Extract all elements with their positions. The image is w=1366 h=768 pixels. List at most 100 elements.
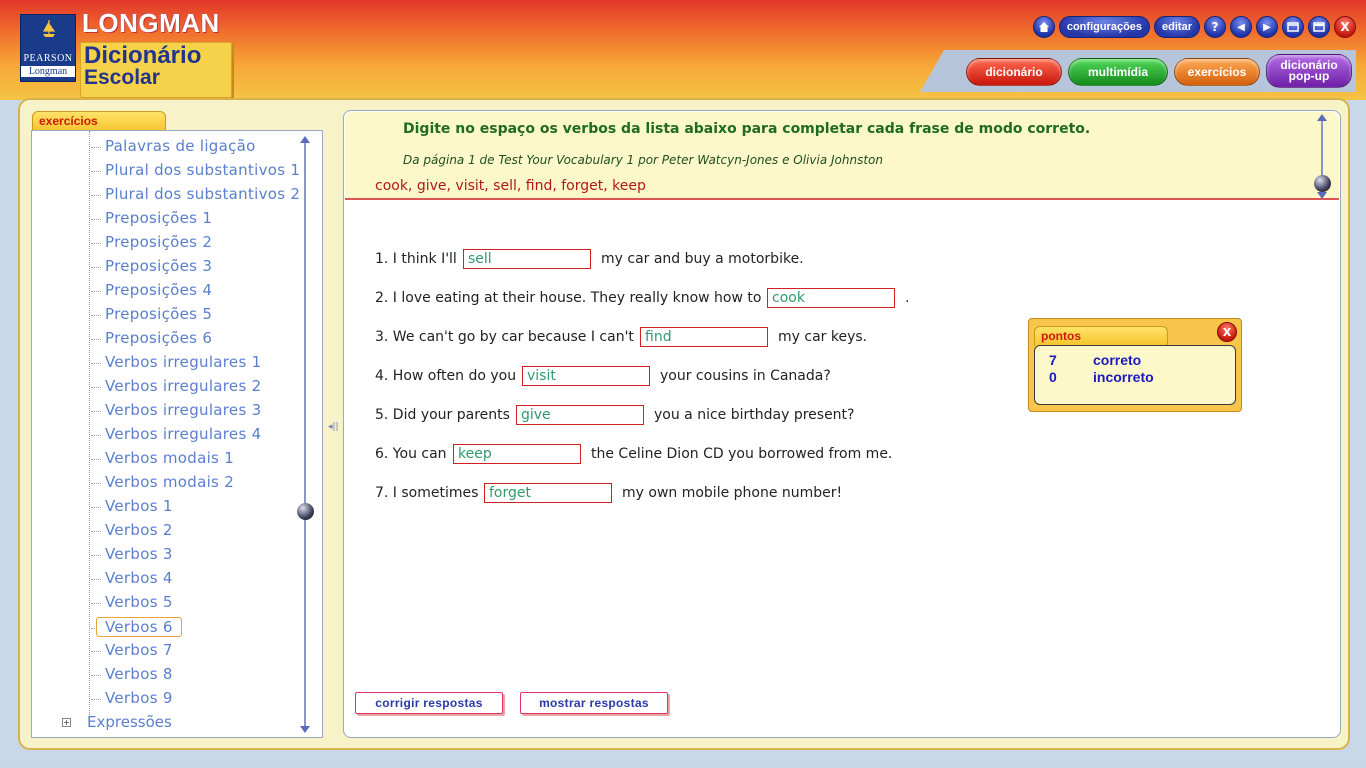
logo-title-line2: Escolar xyxy=(84,66,160,89)
question-text-after: my own mobile phone number! xyxy=(622,485,843,501)
check-answers-button[interactable]: corrigir respostas xyxy=(355,692,503,714)
settings-button[interactable]: configurações xyxy=(1058,16,1151,38)
home-button[interactable] xyxy=(1032,16,1055,38)
scroll-down-arrow-icon[interactable] xyxy=(1317,192,1327,199)
ship-icon xyxy=(42,19,56,37)
tab-dictionary[interactable]: dicionário xyxy=(966,58,1062,86)
tree-item[interactable]: Verbos modais 2 xyxy=(90,473,234,493)
tree-item[interactable]: Preposições 5 xyxy=(90,305,212,325)
close-score-button[interactable]: X xyxy=(1217,322,1237,342)
edit-button[interactable]: editar xyxy=(1154,16,1200,38)
tree-item[interactable]: Verbos irregulares 4 xyxy=(91,425,262,445)
tree-item[interactable]: Plural dos substantivos 1 xyxy=(90,161,300,181)
help-button[interactable]: ? xyxy=(1204,16,1226,38)
tree-item[interactable]: Verbos 2 xyxy=(91,521,173,541)
answer-input[interactable]: visit xyxy=(522,366,650,386)
forward-icon: ▶ xyxy=(1263,21,1271,33)
show-answers-button[interactable]: mostrar respostas xyxy=(520,692,668,714)
question-text: 2. I love eating at their house. They re… xyxy=(375,290,762,306)
tree-item[interactable]: Verbos 7 xyxy=(91,641,173,661)
word-list: cook, give, visit, sell, find, forget, k… xyxy=(375,178,646,194)
tree-item[interactable]: Preposições 2 xyxy=(90,233,212,253)
sidebar-scrollbar-track[interactable] xyxy=(304,139,306,731)
question-text-after: your cousins in Canada? xyxy=(660,368,831,384)
maximize-button[interactable] xyxy=(1308,16,1330,38)
back-button[interactable]: ◀ xyxy=(1230,16,1252,38)
answer-input[interactable]: cook xyxy=(767,288,895,308)
maximize-window-icon xyxy=(1313,22,1325,32)
answer-input[interactable]: keep xyxy=(453,444,581,464)
exercise-tree: Palavras de ligação Plural dos substantiv… xyxy=(31,130,323,738)
tree-item[interactable]: Preposições 1 xyxy=(90,209,212,229)
tree-item[interactable]: Preposições 4 xyxy=(90,281,212,301)
tree-item[interactable]: Verbos 3 xyxy=(91,545,173,565)
restore-window-icon xyxy=(1287,22,1299,32)
publisher-imprint: Longman xyxy=(21,66,75,77)
question-text-after: my car and buy a motorbike. xyxy=(601,251,804,267)
question-text: 1. I think I'll xyxy=(375,251,457,267)
correct-count: 7 xyxy=(1049,352,1057,368)
question-text-after: you a nice birthday present? xyxy=(654,407,855,423)
question-text-after: my car keys. xyxy=(778,329,868,345)
tab-exercises[interactable]: exercícios xyxy=(1174,58,1260,86)
question-text-after: . xyxy=(905,290,910,306)
top-toolbar: configurações editar ? ◀ ▶ X xyxy=(1032,16,1356,38)
tree-item[interactable]: Verbos modais 1 xyxy=(90,449,234,469)
instruction-scroll-thumb[interactable] xyxy=(1314,175,1331,192)
pearson-logo: PEARSON Longman xyxy=(20,14,76,82)
answer-input[interactable]: find xyxy=(640,327,768,347)
tree-item[interactable]: Verbos irregulares 3 xyxy=(91,401,262,421)
tree-connector xyxy=(89,131,90,721)
scroll-up-arrow-icon[interactable] xyxy=(1317,114,1327,121)
tree-item[interactable]: Verbos 9 xyxy=(91,689,173,709)
publisher-name: PEARSON xyxy=(23,53,73,64)
tree-item[interactable]: Verbos 5 xyxy=(91,593,173,613)
tree-item[interactable]: Verbos irregulares 1 xyxy=(91,353,262,373)
expand-icon[interactable]: + xyxy=(62,718,71,727)
tree-item[interactable]: Verbos 6 xyxy=(91,617,182,637)
logo-longman: LONGMAN xyxy=(82,8,220,38)
tree-item[interactable]: Preposições 6 xyxy=(90,329,212,349)
forward-button[interactable]: ▶ xyxy=(1256,16,1278,38)
question-text: 6. You can xyxy=(375,446,447,462)
instruction-text: Digite no espaço os verbos da lista abai… xyxy=(403,121,1091,137)
scroll-up-arrow-icon[interactable] xyxy=(300,136,310,143)
home-icon xyxy=(1038,22,1049,32)
tab-multimedia[interactable]: multimídia xyxy=(1068,58,1168,86)
answer-input[interactable]: forget xyxy=(484,483,612,503)
answer-input[interactable]: sell xyxy=(463,249,591,269)
nav-tabs: dicionário multimídia exercícios dicioná… xyxy=(966,54,1352,88)
question-text: 4. How often do you xyxy=(375,368,517,384)
tree-item[interactable]: Verbos 8 xyxy=(91,665,173,685)
correct-label: correto xyxy=(1093,352,1142,368)
sidebar-tab-exercises[interactable]: exercícios xyxy=(32,111,166,131)
incorrect-count: 0 xyxy=(1049,369,1057,385)
tree-item[interactable]: Verbos 1 xyxy=(91,497,173,517)
sidebar-scroll-thumb[interactable] xyxy=(297,503,314,520)
score-tab: pontos xyxy=(1034,326,1168,346)
question-text-after: the Celine Dion CD you borrowed from me. xyxy=(591,446,893,462)
tree-item[interactable]: Preposições 3 xyxy=(90,257,212,277)
app-header: PEARSON Longman LONGMAN Dicionário Escol… xyxy=(0,0,1366,100)
window-bottom-edge xyxy=(0,760,1366,768)
tab-popup-line2: pop-up xyxy=(1288,69,1330,83)
question-text: 3. We can't go by car because I can't xyxy=(375,329,634,345)
tree-item[interactable]: Palavras de ligação xyxy=(91,137,256,157)
question-text: 5. Did your parents xyxy=(375,407,510,423)
restore-button[interactable] xyxy=(1282,16,1304,38)
back-icon: ◀ xyxy=(1237,21,1245,33)
scroll-down-arrow-icon[interactable] xyxy=(300,726,310,733)
close-app-button[interactable]: X xyxy=(1334,16,1356,38)
app-logo: LONGMAN Dicionário Escolar xyxy=(80,8,236,98)
tree-item[interactable]: Verbos irregulares 2 xyxy=(91,377,262,397)
answer-input[interactable]: give xyxy=(516,405,644,425)
question-text: 7. I sometimes xyxy=(375,485,479,501)
tree-item[interactable]: Plural dos substantivos 2 xyxy=(90,185,300,205)
tab-popup-dictionary[interactable]: dicionário pop-up xyxy=(1266,54,1352,88)
incorrect-label: incorreto xyxy=(1093,369,1154,385)
source-text: Da página 1 de Test Your Vocabulary 1 po… xyxy=(403,153,883,167)
panel-splitter-icon[interactable]: ◂|| xyxy=(328,422,339,432)
tree-group-expressions[interactable]: Expressões xyxy=(87,713,172,731)
exercise-panel xyxy=(343,110,1341,738)
tree-item[interactable]: Verbos 4 xyxy=(91,569,173,589)
